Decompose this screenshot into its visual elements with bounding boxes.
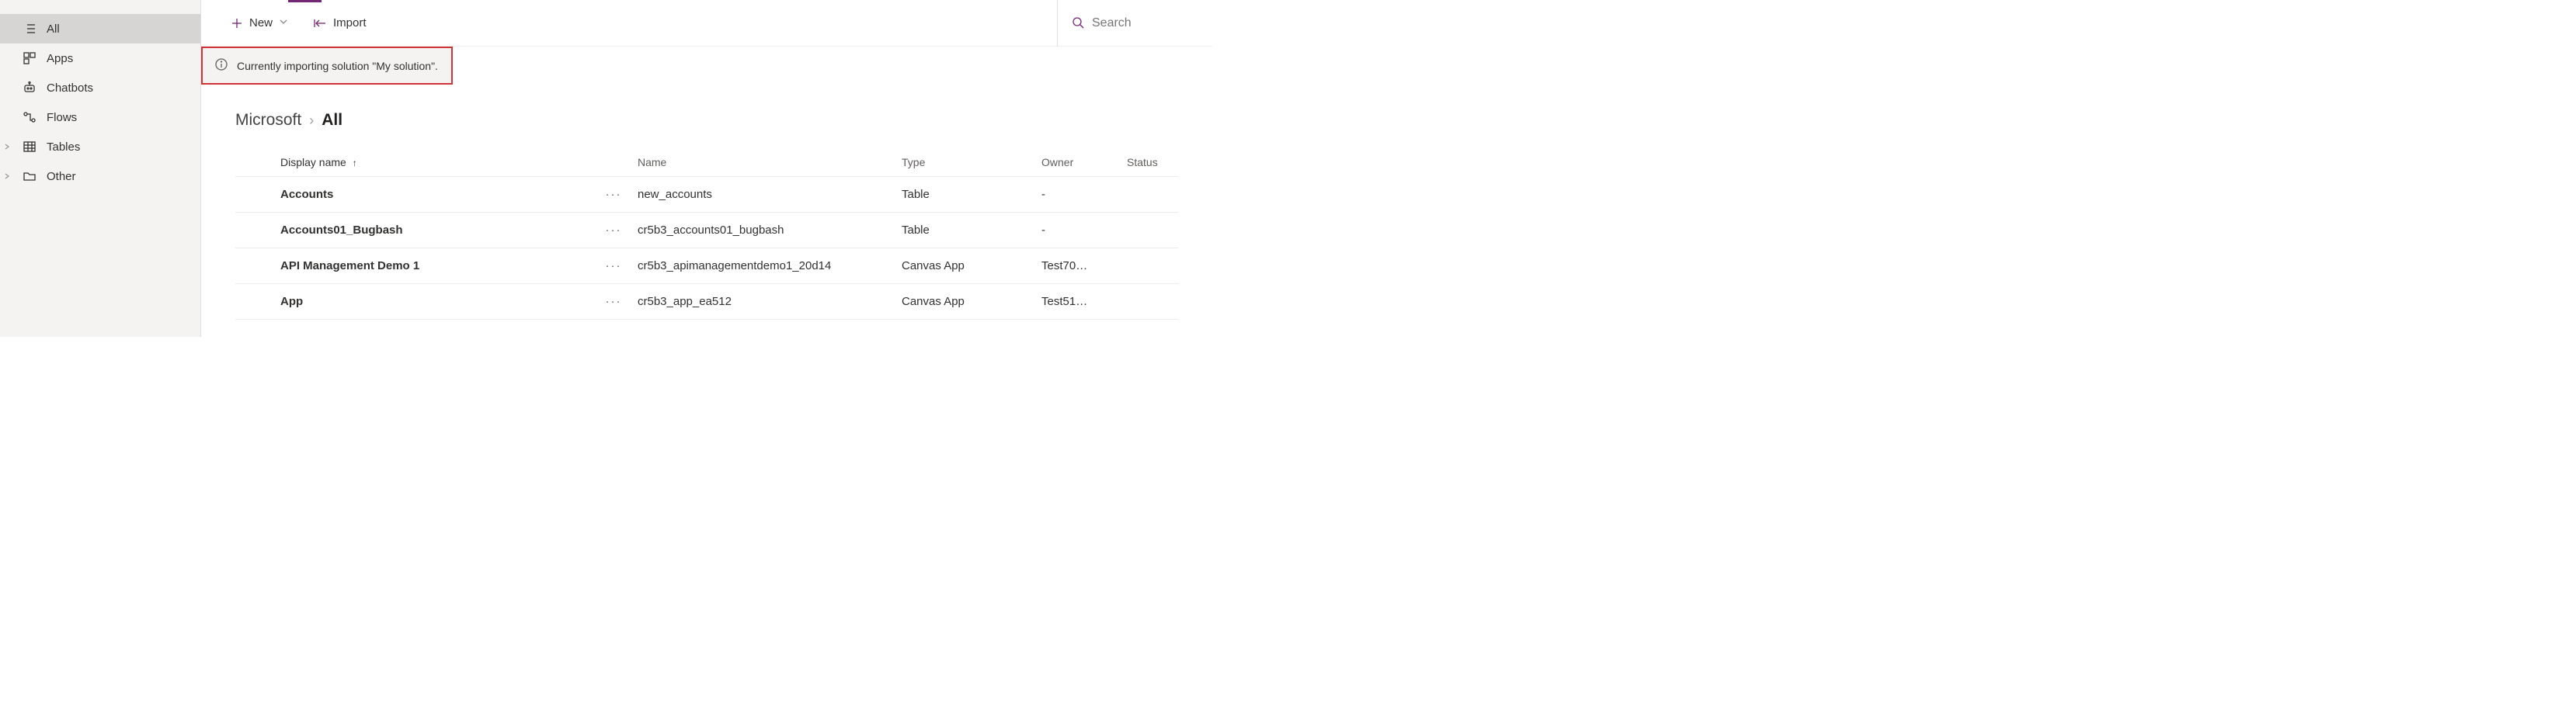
import-button-label: Import [333, 16, 367, 29]
cell-display-name[interactable]: Accounts [276, 177, 594, 213]
breadcrumb: Microsoft › All [235, 111, 1212, 130]
col-owner[interactable]: Owner [1037, 148, 1122, 177]
chevron-right-icon [3, 170, 11, 182]
sidebar-item-label: All [47, 23, 60, 36]
list-icon [22, 21, 37, 36]
command-bar: New Import [201, 0, 1212, 47]
row-more-button[interactable]: ··· [594, 284, 633, 320]
table-row[interactable]: Accounts01_Bugbash ··· cr5b3_accounts01_… [235, 213, 1178, 248]
sidebar-item-other[interactable]: Other [0, 161, 200, 191]
chevron-right-icon [3, 140, 11, 153]
new-button[interactable]: New [223, 8, 296, 39]
cell-type: Table [897, 177, 1037, 213]
breadcrumb-area: Microsoft › All [201, 85, 1212, 148]
table-row[interactable]: Accounts ··· new_accounts Table - [235, 177, 1178, 213]
col-more [594, 148, 633, 177]
row-more-button[interactable]: ··· [594, 248, 633, 284]
row-more-button[interactable]: ··· [594, 177, 633, 213]
sidebar-item-label: Flows [47, 111, 77, 124]
cell-name: new_accounts [633, 177, 897, 213]
table-header-row: Display name ↑ Name Type Owner Status [235, 148, 1178, 177]
sidebar-item-chatbots[interactable]: Chatbots [0, 73, 200, 102]
solutions-table: Display name ↑ Name Type Owner Status Ac… [235, 148, 1178, 320]
import-button[interactable]: Import [305, 8, 374, 39]
sidebar-item-all[interactable]: All [0, 14, 200, 43]
col-type[interactable]: Type [897, 148, 1037, 177]
folder-icon [22, 168, 37, 184]
sidebar: All Apps Chatbots Flows [0, 0, 201, 337]
cell-type: Table [897, 213, 1037, 248]
main-content: New Import Curr [201, 0, 1212, 337]
sidebar-item-label: Tables [47, 140, 80, 154]
sidebar-item-apps[interactable]: Apps [0, 43, 200, 73]
col-status[interactable]: Status [1122, 148, 1178, 177]
col-select [235, 148, 276, 177]
sidebar-item-tables[interactable]: Tables [0, 132, 200, 161]
sidebar-item-label: Apps [47, 52, 73, 65]
cell-status [1122, 213, 1178, 248]
table-row[interactable]: App ··· cr5b3_app_ea512 Canvas App Test5… [235, 284, 1178, 320]
info-icon [215, 58, 228, 73]
search-icon [1072, 16, 1084, 31]
cell-owner: Test70… [1037, 248, 1122, 284]
sort-asc-icon: ↑ [353, 158, 357, 168]
cell-type: Canvas App [897, 284, 1037, 320]
cell-display-name[interactable]: Accounts01_Bugbash [276, 213, 594, 248]
cell-owner: - [1037, 177, 1122, 213]
col-name[interactable]: Name [633, 148, 897, 177]
sidebar-item-flows[interactable]: Flows [0, 102, 200, 132]
cell-type: Canvas App [897, 248, 1037, 284]
cell-name: cr5b3_accounts01_bugbash [633, 213, 897, 248]
search-box[interactable] [1057, 0, 1212, 47]
row-more-button[interactable]: ··· [594, 213, 633, 248]
apps-icon [22, 50, 37, 66]
bot-icon [22, 80, 37, 95]
cell-display-name[interactable]: App [276, 284, 594, 320]
chevron-down-icon [279, 16, 288, 29]
new-button-label: New [249, 16, 273, 29]
cell-status [1122, 177, 1178, 213]
breadcrumb-parent[interactable]: Microsoft [235, 111, 301, 130]
table-row[interactable]: API Management Demo 1 ··· cr5b3_apimanag… [235, 248, 1178, 284]
table-area: Display name ↑ Name Type Owner Status Ac… [201, 148, 1212, 320]
import-icon [313, 17, 327, 29]
sidebar-item-label: Other [47, 170, 76, 183]
col-display-name[interactable]: Display name ↑ [276, 148, 594, 177]
sidebar-item-label: Chatbots [47, 81, 93, 95]
cell-display-name[interactable]: API Management Demo 1 [276, 248, 594, 284]
cell-owner: - [1037, 213, 1122, 248]
breadcrumb-current: All [322, 111, 342, 130]
cell-status [1122, 248, 1178, 284]
import-status-banner: Currently importing solution "My solutio… [201, 47, 453, 85]
cell-owner: Test51… [1037, 284, 1122, 320]
chevron-right-icon: › [309, 113, 314, 129]
cell-name: cr5b3_app_ea512 [633, 284, 897, 320]
plus-icon [231, 17, 243, 29]
cell-status [1122, 284, 1178, 320]
banner-message: Currently importing solution "My solutio… [237, 60, 438, 72]
flow-icon [22, 109, 37, 125]
table-icon [22, 139, 37, 154]
cell-name: cr5b3_apimanagementdemo1_20d14 [633, 248, 897, 284]
search-input[interactable] [1092, 16, 1185, 30]
